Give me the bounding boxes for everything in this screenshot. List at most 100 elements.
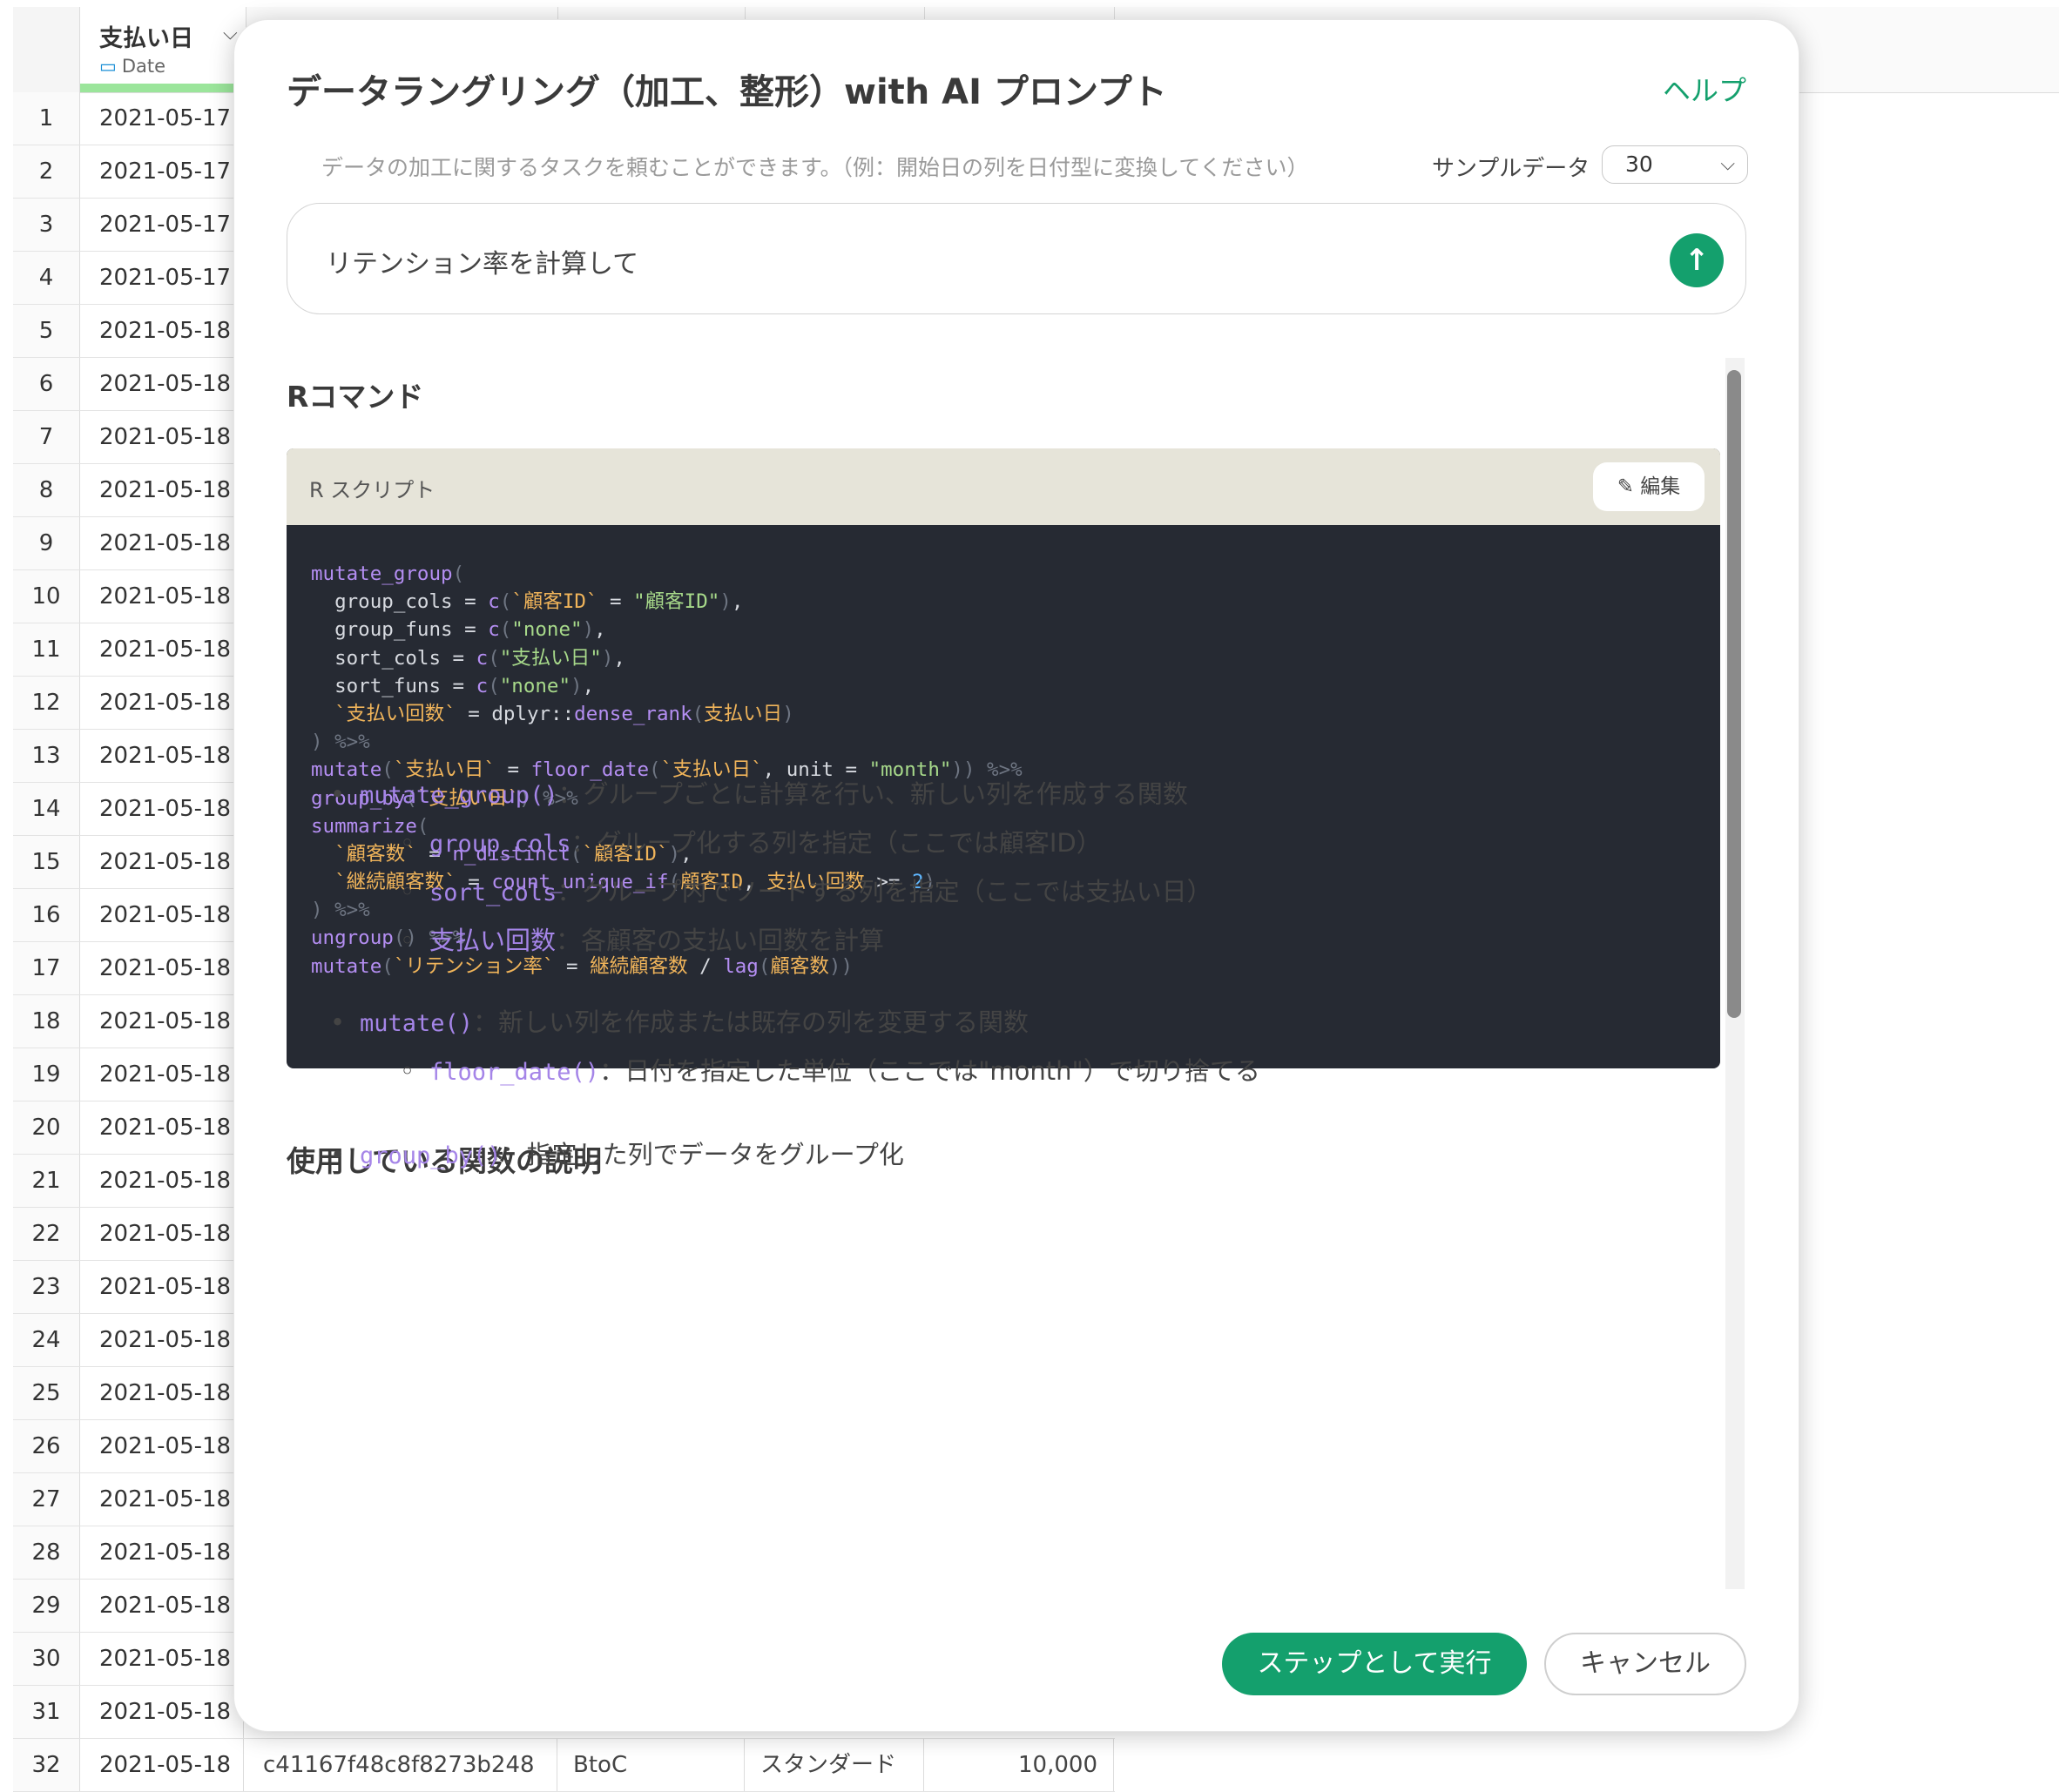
function-name: sort_cols bbox=[429, 879, 557, 906]
row-number: 14 bbox=[13, 783, 80, 835]
cell-payment-date[interactable]: 2021-05-18 bbox=[80, 1473, 244, 1526]
cancel-button[interactable]: キャンセル bbox=[1544, 1633, 1746, 1695]
code-token: lag bbox=[723, 954, 759, 978]
cell-payment-date[interactable]: 2021-05-18 bbox=[80, 1367, 244, 1419]
cell-payment-date[interactable]: 2021-05-18 bbox=[80, 1155, 244, 1207]
run-as-step-button[interactable]: ステップとして実行 bbox=[1222, 1633, 1527, 1695]
cell-payment-date[interactable]: 2021-05-18 bbox=[80, 464, 244, 516]
description-item: ◦ 支払い回数：各顧客の支払い回数を計算 bbox=[400, 920, 884, 957]
code-token: = bbox=[554, 954, 591, 978]
cell-payment-date[interactable]: 2021-05-18 bbox=[80, 570, 244, 623]
function-name: floor_date() bbox=[429, 1059, 600, 1086]
help-link[interactable]: ヘルプ bbox=[1663, 69, 1746, 109]
sample-data-label: サンプルデータ bbox=[1432, 156, 1590, 182]
row-number: 24 bbox=[13, 1314, 80, 1366]
cell-payment-date[interactable]: 2021-05-17 bbox=[80, 252, 244, 304]
code-line: `支払い回数` = dplyr::dense_rank(支払い日) bbox=[311, 700, 1023, 728]
function-name: mutate() bbox=[360, 1010, 474, 1037]
description-item: ◦ sort_cols：グループ内でソートする列を指定（ここでは支払い日） bbox=[400, 872, 1212, 908]
row-number: 27 bbox=[13, 1473, 80, 1526]
cell-payment-date[interactable]: 2021-05-17 bbox=[80, 145, 244, 198]
code-token: ) %>% bbox=[311, 731, 370, 754]
row-number: 19 bbox=[13, 1048, 80, 1101]
code-token: `顧客ID` bbox=[511, 590, 598, 614]
row-number: 6 bbox=[13, 358, 80, 410]
cell-payment-date[interactable]: 2021-05-18 bbox=[80, 730, 244, 782]
row-number: 20 bbox=[13, 1101, 80, 1154]
cell-payment-date[interactable]: 2021-05-18 bbox=[80, 1633, 244, 1685]
function-description: ：グループ内でソートする列を指定（ここでは支払い日） bbox=[557, 877, 1212, 906]
cell-plan[interactable]: スタンダード bbox=[745, 1739, 924, 1791]
code-token: dense_rank bbox=[574, 702, 692, 725]
row-number: 23 bbox=[13, 1261, 80, 1313]
sub-bullet-icon: ◦ bbox=[400, 877, 415, 906]
chevron-down-icon: ⌵ bbox=[1720, 153, 1735, 175]
cell-customer-type[interactable]: BtoC bbox=[557, 1739, 745, 1791]
code-token: sort_funs = bbox=[311, 674, 476, 697]
column-header-payment-date[interactable]: 支払い日 ⌵ ▭ Date bbox=[80, 7, 246, 92]
cell-payment-date[interactable]: 2021-05-18 bbox=[80, 1314, 244, 1366]
scrollbar-thumb[interactable] bbox=[1727, 370, 1741, 1018]
column-quality-bar bbox=[80, 84, 246, 92]
r-script-header: R スクリプト ✎ 編集 bbox=[287, 448, 1720, 525]
description-item: • mutate()：新しい列を作成または既存の列を変更する関数 bbox=[330, 1002, 1029, 1039]
function-description: ：グループごとに計算を行い、新しい列を作成する関数 bbox=[557, 779, 1188, 809]
cell-payment-date[interactable]: 2021-05-18 bbox=[80, 305, 244, 357]
result-scroll-area[interactable]: Rコマンド R スクリプト ✎ 編集 mutate_group( group_c… bbox=[287, 358, 1724, 1589]
r-script-code[interactable]: mutate_group( group_cols = c(`顧客ID` = "顧… bbox=[311, 560, 1023, 980]
row-number: 22 bbox=[13, 1208, 80, 1260]
code-token: ( bbox=[692, 702, 705, 725]
cell-payment-date[interactable]: 2021-05-17 bbox=[80, 92, 244, 145]
send-button[interactable]: ↑ bbox=[1670, 233, 1724, 287]
row-number: 16 bbox=[13, 889, 80, 941]
code-token: ( bbox=[488, 674, 500, 697]
cell-payment-date[interactable]: 2021-05-18 bbox=[80, 358, 244, 410]
cell-payment-date[interactable]: 2021-05-18 bbox=[80, 1420, 244, 1472]
sample-data-select[interactable]: 30 ⌵ bbox=[1602, 145, 1748, 184]
cell-payment-date[interactable]: 2021-05-18 bbox=[80, 836, 244, 888]
cell-payment-date[interactable]: 2021-05-18 bbox=[80, 1580, 244, 1632]
cell-payment-date[interactable]: 2021-05-18 bbox=[80, 783, 244, 835]
cell-payment-date[interactable]: 2021-05-18 bbox=[80, 411, 244, 463]
row-number: 17 bbox=[13, 942, 80, 994]
prompt-text[interactable]: リテンション率を計算して bbox=[326, 242, 638, 280]
cell-payment-date[interactable]: 2021-05-18 bbox=[80, 677, 244, 729]
table-row[interactable]: 32 2021-05-18 c41167f48c8f8273b248 BtoC スタンダ… bbox=[13, 1739, 1115, 1792]
row-number: 3 bbox=[13, 199, 80, 251]
cell-payment-date[interactable]: 2021-05-18 bbox=[80, 517, 244, 569]
prompt-input[interactable]: リテンション率を計算して ↑ bbox=[287, 203, 1746, 314]
cell-payment-date[interactable]: 2021-05-18 bbox=[80, 1739, 244, 1791]
cell-payment-date[interactable]: 2021-05-18 bbox=[80, 889, 244, 941]
row-number: 8 bbox=[13, 464, 80, 516]
code-token: ) bbox=[582, 618, 595, 642]
sub-bullet-icon: ◦ bbox=[400, 828, 415, 858]
cell-payment-date[interactable]: 2021-05-18 bbox=[80, 942, 244, 994]
code-token: ungroup bbox=[311, 926, 394, 950]
column-title: 支払い日 bbox=[99, 25, 193, 52]
cell-payment-date[interactable]: 2021-05-17 bbox=[80, 199, 244, 251]
cell-payment-date[interactable]: 2021-05-18 bbox=[80, 1048, 244, 1101]
code-token: mutate bbox=[311, 954, 382, 978]
code-token: 継続顧客数 bbox=[590, 954, 688, 978]
bullet-icon: • bbox=[330, 779, 346, 809]
description-item: • group_by()：指定した列でデータをグループ化 bbox=[330, 1135, 904, 1171]
cell-amount[interactable]: 10,000 bbox=[924, 1739, 1114, 1791]
edit-button[interactable]: ✎ 編集 bbox=[1593, 462, 1705, 511]
row-number: 29 bbox=[13, 1580, 80, 1632]
code-token: "none" bbox=[499, 674, 571, 697]
cell-payment-date[interactable]: 2021-05-18 bbox=[80, 1686, 244, 1738]
cell-payment-date[interactable]: 2021-05-18 bbox=[80, 1208, 244, 1260]
cell-payment-date[interactable]: 2021-05-18 bbox=[80, 995, 244, 1048]
row-number-header bbox=[13, 7, 80, 92]
cell-payment-date[interactable]: 2021-05-18 bbox=[80, 1261, 244, 1313]
cell-payment-date[interactable]: 2021-05-18 bbox=[80, 1101, 244, 1154]
cell-payment-date[interactable]: 2021-05-18 bbox=[80, 1526, 244, 1579]
row-number: 15 bbox=[13, 836, 80, 888]
row-number: 25 bbox=[13, 1367, 80, 1419]
function-description: ：グループ化する列を指定（ここでは顧客ID） bbox=[570, 828, 1102, 858]
cell-payment-date[interactable]: 2021-05-18 bbox=[80, 623, 244, 676]
code-token: ) bbox=[601, 646, 614, 670]
code-line: group_funs = c("none"), bbox=[311, 616, 1023, 643]
cell-customer-id[interactable]: c41167f48c8f8273b248 bbox=[246, 1739, 557, 1791]
